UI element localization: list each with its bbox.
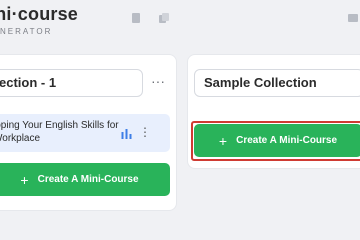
create-button-label: Create A Mini-Course [236,135,338,146]
plus-icon: + [20,171,29,188]
collection-title-input[interactable]: Sample Collection [194,69,360,97]
collection-column-2: Sample Collection + Create A Mini-Course [187,54,360,169]
collection-column-1: ection - 1 ··· loping Your English Skill… [0,54,177,211]
create-mini-course-button[interactable]: + Create A Mini-Course [194,124,360,157]
app-logo-title: ini·course [0,4,79,24]
share-icon[interactable] [347,12,359,24]
collection-title-input[interactable]: ection - 1 [0,69,143,97]
bar-chart-icon[interactable] [121,128,132,139]
create-mini-course-button[interactable]: + Create A Mini-Course [0,163,170,196]
copy-icon[interactable] [158,12,170,24]
card-menu-icon[interactable]: ⋮ [139,126,151,140]
create-button-label: Create A Mini-Course [37,174,139,185]
course-title: loping Your English Skills for Workplace [0,120,119,144]
course-card[interactable]: loping Your English Skills for Workplace… [0,114,170,152]
more-options-button[interactable]: ··· [150,74,166,90]
app-logo-subtitle: NERATOR [0,27,53,36]
document-icon[interactable] [130,12,142,24]
plus-icon: + [218,132,228,149]
